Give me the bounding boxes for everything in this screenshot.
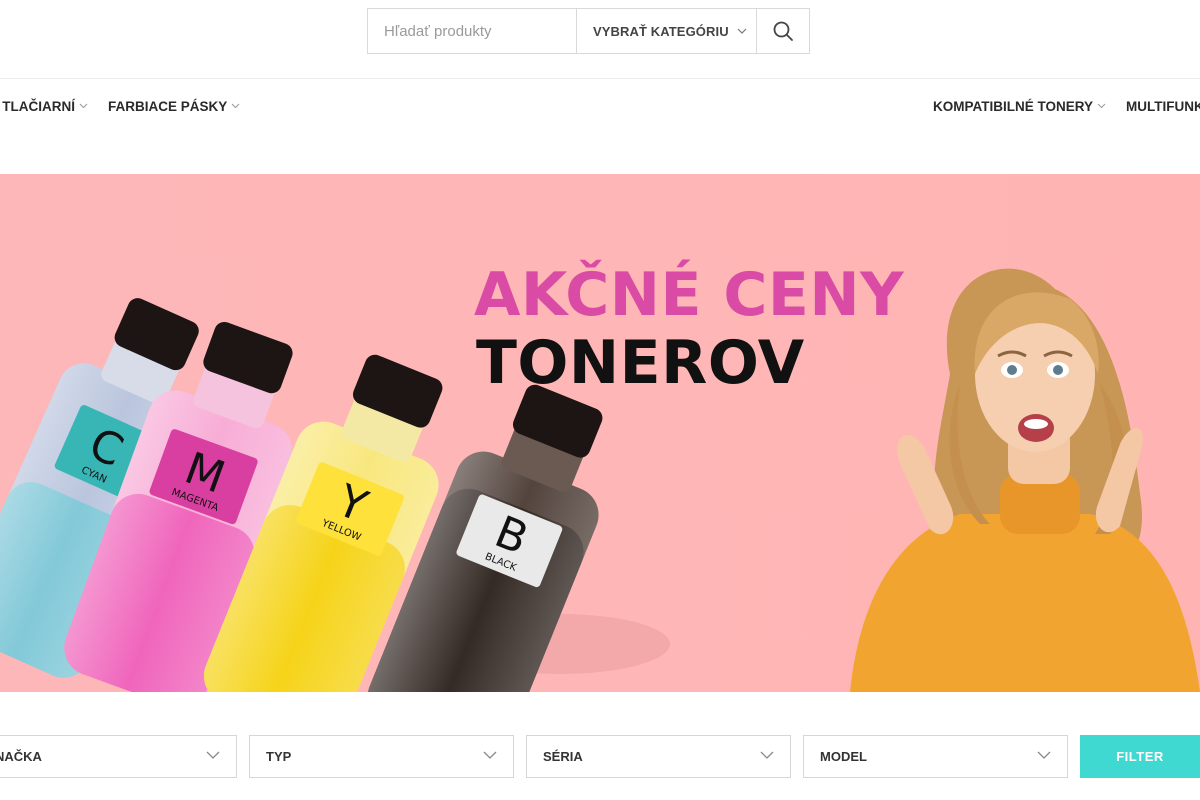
category-select[interactable]: VYBRAŤ KATEGÓRIU <box>576 9 756 53</box>
chevron-down-icon <box>1097 103 1106 109</box>
chevron-down-icon <box>206 751 220 759</box>
chevron-down-icon <box>79 103 88 109</box>
main-nav-left: O TLAČIARNÍ FARBIACE PÁSKY <box>0 96 240 116</box>
filter-model-select[interactable]: MODEL <box>803 735 1068 778</box>
chevron-down-icon <box>231 103 240 109</box>
hero-title-line2: TONEROV <box>476 328 805 398</box>
nav-item-multifunction[interactable]: MULTIFUNK <box>1126 99 1200 114</box>
product-filter-bar: ZNAČKA TYP SÉRIA MODEL FILTER <box>0 735 1200 778</box>
category-select-label: VYBRAŤ KATEGÓRIU <box>593 23 729 39</box>
toner-bottles-image: C CYAN M MAGENTA Y YELLOW B BLACK <box>0 298 670 692</box>
nav-item-label: MULTIFUNK <box>1126 98 1200 114</box>
chevron-down-icon <box>1037 751 1051 759</box>
nav-item-printers[interactable]: O TLAČIARNÍ <box>0 99 88 114</box>
filter-brand-select[interactable]: ZNAČKA <box>0 735 237 778</box>
nav-item-label: O TLAČIARNÍ <box>0 98 75 114</box>
filter-type-select[interactable]: TYP <box>249 735 514 778</box>
search-bar: VYBRAŤ KATEGÓRIU <box>367 8 810 54</box>
filter-label: SÉRIA <box>543 749 583 764</box>
filter-button[interactable]: FILTER <box>1080 735 1200 778</box>
filter-label: ZNAČKA <box>0 749 42 764</box>
filter-label: TYP <box>266 749 292 764</box>
nav-item-ribbons[interactable]: FARBIACE PÁSKY <box>108 99 240 114</box>
chevron-down-icon <box>760 751 774 759</box>
filter-label: MODEL <box>820 749 867 764</box>
main-nav-right: KOMPATIBILNÉ TONERY MULTIFUNK <box>933 96 1200 116</box>
hero-banner[interactable]: C CYAN M MAGENTA Y YELLOW B BLACK AKČNÉ … <box>0 174 1200 692</box>
nav-item-compatible-toners[interactable]: KOMPATIBILNÉ TONERY <box>933 99 1106 114</box>
search-button[interactable] <box>756 9 809 53</box>
surprised-woman-image <box>850 268 1200 692</box>
chevron-down-icon <box>483 751 497 759</box>
nav-item-label: KOMPATIBILNÉ TONERY <box>933 98 1094 114</box>
filter-series-select[interactable]: SÉRIA <box>526 735 791 778</box>
nav-item-label: FARBIACE PÁSKY <box>108 98 228 114</box>
search-icon <box>773 21 793 41</box>
search-input[interactable] <box>368 9 576 53</box>
header-divider <box>0 78 1200 79</box>
chevron-down-icon <box>737 28 747 34</box>
